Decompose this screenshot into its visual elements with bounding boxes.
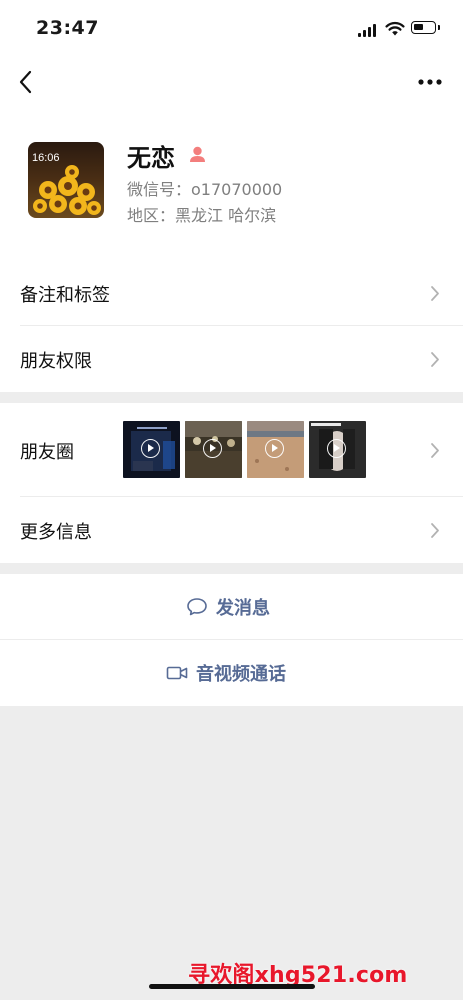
status-bar: 23:47 [0, 0, 463, 58]
moments-video-thumbnail[interactable] [185, 421, 242, 478]
profile-header: 16:06 无恋 微信号：o17070000 地区：黑龙江 哈尔滨 [0, 106, 463, 260]
region: 地区：黑龙江 哈尔滨 [127, 206, 277, 225]
cellular-signal-icon [358, 24, 378, 37]
play-icon [141, 439, 160, 458]
friend-permissions-row[interactable]: 朋友权限 [0, 326, 463, 392]
chevron-right-icon [431, 286, 439, 301]
wechat-id: 微信号：o17070000 [127, 180, 283, 199]
play-icon [327, 439, 346, 458]
send-message-label: 发消息 [216, 598, 270, 619]
send-message-button[interactable]: 发消息 [0, 574, 463, 640]
friend-permissions-label: 朋友权限 [20, 351, 92, 372]
play-icon [265, 439, 284, 458]
chevron-right-icon [431, 352, 439, 367]
video-call-button[interactable]: 音视频通话 [0, 640, 463, 706]
video-camera-icon [166, 666, 188, 680]
status-time: 23:47 [36, 17, 99, 39]
avatar-clock-text: 16:06 [32, 152, 60, 164]
back-arrow-icon[interactable] [14, 68, 38, 96]
moments-video-thumbnail[interactable] [309, 421, 366, 478]
home-indicator[interactable] [149, 984, 315, 989]
video-call-label: 音视频通话 [196, 664, 286, 685]
female-gender-icon [190, 146, 205, 162]
contact-name: 无恋 [127, 144, 175, 172]
more-info-row[interactable]: 更多信息 [0, 497, 463, 563]
moments-video-thumbnail[interactable] [247, 421, 304, 478]
moments-video-thumbnail[interactable] [123, 421, 180, 478]
remarks-tags-row[interactable]: 备注和标签 [0, 260, 463, 326]
remarks-tags-label: 备注和标签 [20, 285, 110, 306]
more-info-label: 更多信息 [20, 522, 92, 543]
battery-icon [411, 21, 440, 34]
chevron-right-icon [431, 523, 439, 538]
moments-label: 朋友圈 [20, 442, 74, 463]
play-icon [203, 439, 222, 458]
chat-bubble-icon [187, 598, 207, 616]
avatar[interactable]: 16:06 [28, 142, 104, 218]
more-options-icon[interactable] [416, 70, 444, 94]
wifi-icon [385, 21, 405, 36]
chevron-right-icon [431, 443, 439, 458]
moments-row[interactable]: 朋友圈 [0, 403, 463, 497]
nav-bar [0, 58, 463, 106]
